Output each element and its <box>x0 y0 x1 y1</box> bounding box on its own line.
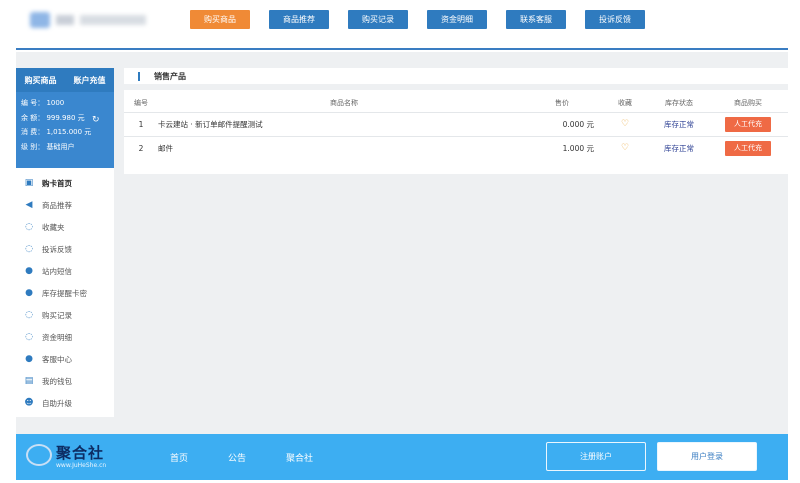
logo-circle-icon <box>26 444 52 466</box>
sidebar-item-fund-details[interactable]: ◌ 资金明细 <box>16 326 114 348</box>
table-row: 2 邮件 1.000 元 ♡ 库存正常 人工代充 <box>124 135 788 160</box>
footer-logo-url: www.JuHeShe.cn <box>56 462 107 469</box>
row-price: 0.000 元 <box>530 111 600 136</box>
top-nav-fund-details[interactable]: 资金明细 <box>427 10 487 29</box>
product-panel: 销售产品 编号 商品名称 售价 收藏 库存状态 商品购买 1 卡云建站 · 新订… <box>124 68 788 174</box>
row-price: 1.000 元 <box>530 135 600 160</box>
sidebar-item-purchase-records[interactable]: ◌ 购买记录 <box>16 304 114 326</box>
col-buy: 商品购买 <box>734 98 762 107</box>
sidebar-item-wallet[interactable]: ▤ 我的钱包 <box>16 370 114 392</box>
top-nav-recommend[interactable]: 商品推荐 <box>269 10 329 29</box>
chat-icon: ◌ <box>25 310 33 320</box>
row-name[interactable]: 邮件 <box>158 135 530 160</box>
account-balance: 余 额： 999.980 元 <box>21 113 85 122</box>
sidebar-item-complaint[interactable]: ◌ 投诉反馈 <box>16 238 114 260</box>
sidebar-item-messages[interactable]: ● 站内短信 <box>16 260 114 282</box>
sidebar-item-favorites[interactable]: ◌ 收藏夹 <box>16 216 114 238</box>
user-icon: ☻ <box>24 398 34 408</box>
stock-status: 库存正常 <box>664 143 694 153</box>
top-nav-contact[interactable]: 联系客服 <box>506 10 566 29</box>
top-nav-purchase-records[interactable]: 购买记录 <box>348 10 408 29</box>
sidebar-item-recommend[interactable]: ◀ 商品推荐 <box>16 194 114 216</box>
title-accent-bar <box>138 71 140 81</box>
header: 购买商品 商品推荐 购买记录 资金明细 联系客服 投诉反馈 <box>16 0 788 50</box>
account-spent: 消 费： 1,015.000 元 <box>21 128 92 136</box>
page-title: 销售产品 <box>154 71 186 81</box>
col-favorite: 收藏 <box>618 98 632 107</box>
site-logo[interactable] <box>30 12 150 28</box>
col-stock: 库存状态 <box>665 98 693 107</box>
account-level: 级 别： 基础用户 <box>21 142 75 151</box>
buy-button[interactable]: 人工代充 <box>725 116 771 132</box>
sidebar-tab-buy[interactable]: 购买商品 <box>25 75 57 86</box>
col-price: 售价 <box>555 98 569 107</box>
row-no: 2 <box>124 135 158 160</box>
stock-status: 库存正常 <box>664 119 694 129</box>
shop-icon: ▣ <box>24 178 34 188</box>
row-no: 1 <box>124 111 158 136</box>
sidebar-item-service-center[interactable]: ● 客服中心 <box>16 348 114 370</box>
book-icon: ▤ <box>24 376 34 386</box>
chat-bubbles-icon: ● <box>25 288 33 298</box>
footer-nav-home[interactable]: 首页 <box>170 451 188 464</box>
col-name: 商品名称 <box>330 98 358 107</box>
top-nav-buy[interactable]: 购买商品 <box>190 10 250 29</box>
account-id: 编 号： 1000 <box>21 99 65 107</box>
chat-bubbles-icon: ● <box>25 266 33 276</box>
refresh-icon[interactable]: ↻ <box>92 113 100 128</box>
sidebar-item-stock-alert[interactable]: ● 库存提醒卡密 <box>16 282 114 304</box>
row-name[interactable]: 卡云建站 · 新订单邮件提醒测试 <box>158 111 530 136</box>
heart-icon[interactable]: ♡ <box>621 119 629 129</box>
col-no: 编号 <box>134 98 148 107</box>
footer-nav-notice[interactable]: 公告 <box>228 451 246 464</box>
sidebar-item-card-home[interactable]: ▣ 购卡首页 <box>16 172 114 194</box>
chat-icon: ◌ <box>25 332 33 342</box>
sidebar: 购买商品 账户充值 编 号： 1000 余 额： 999.980 元 ↻ 消 费… <box>16 68 114 417</box>
footer-logo[interactable]: 聚合社 www.JuHeShe.cn <box>26 440 136 474</box>
chat-icon: ◌ <box>25 222 33 232</box>
register-button[interactable]: 注册账户 <box>546 442 646 471</box>
sidebar-menu: ▣ 购卡首页 ◀ 商品推荐 ◌ 收藏夹 ◌ 投诉反馈 ● 站内短信 ● 库存提醒卡密 ◌ 购买… <box>16 168 114 414</box>
sidebar-item-upgrade[interactable]: ☻ 自助升级 <box>16 392 114 414</box>
top-nav-complaint[interactable]: 投诉反馈 <box>585 10 645 29</box>
product-table: 编号 商品名称 售价 收藏 库存状态 商品购买 1 卡云建站 · 新订单邮件提醒… <box>124 94 788 160</box>
footer-logo-text: 聚合社 <box>56 444 105 462</box>
sidebar-tab-recharge[interactable]: 账户充值 <box>74 75 106 86</box>
speaker-icon: ◀ <box>25 200 33 210</box>
account-info: 编 号： 1000 余 额： 999.980 元 ↻ 消 费： 1,015.00… <box>16 92 114 168</box>
heart-icon[interactable]: ♡ <box>621 143 629 153</box>
footer: 聚合社 www.JuHeShe.cn 首页 公告 聚合社 注册账户 用户登录 <box>16 434 788 480</box>
sidebar-tabs: 购买商品 账户充值 <box>16 68 114 92</box>
panel-header: 销售产品 <box>124 68 788 90</box>
chat-bubbles-icon: ● <box>25 354 33 364</box>
table-row: 1 卡云建站 · 新订单邮件提醒测试 0.000 元 ♡ 库存正常 人工代充 <box>124 111 788 136</box>
footer-nav-juheshe[interactable]: 聚合社 <box>286 451 313 464</box>
buy-button[interactable]: 人工代充 <box>725 140 771 156</box>
chat-icon: ◌ <box>25 244 33 254</box>
table-header-row: 编号 商品名称 售价 收藏 库存状态 商品购买 <box>124 94 788 112</box>
login-button[interactable]: 用户登录 <box>657 442 757 471</box>
